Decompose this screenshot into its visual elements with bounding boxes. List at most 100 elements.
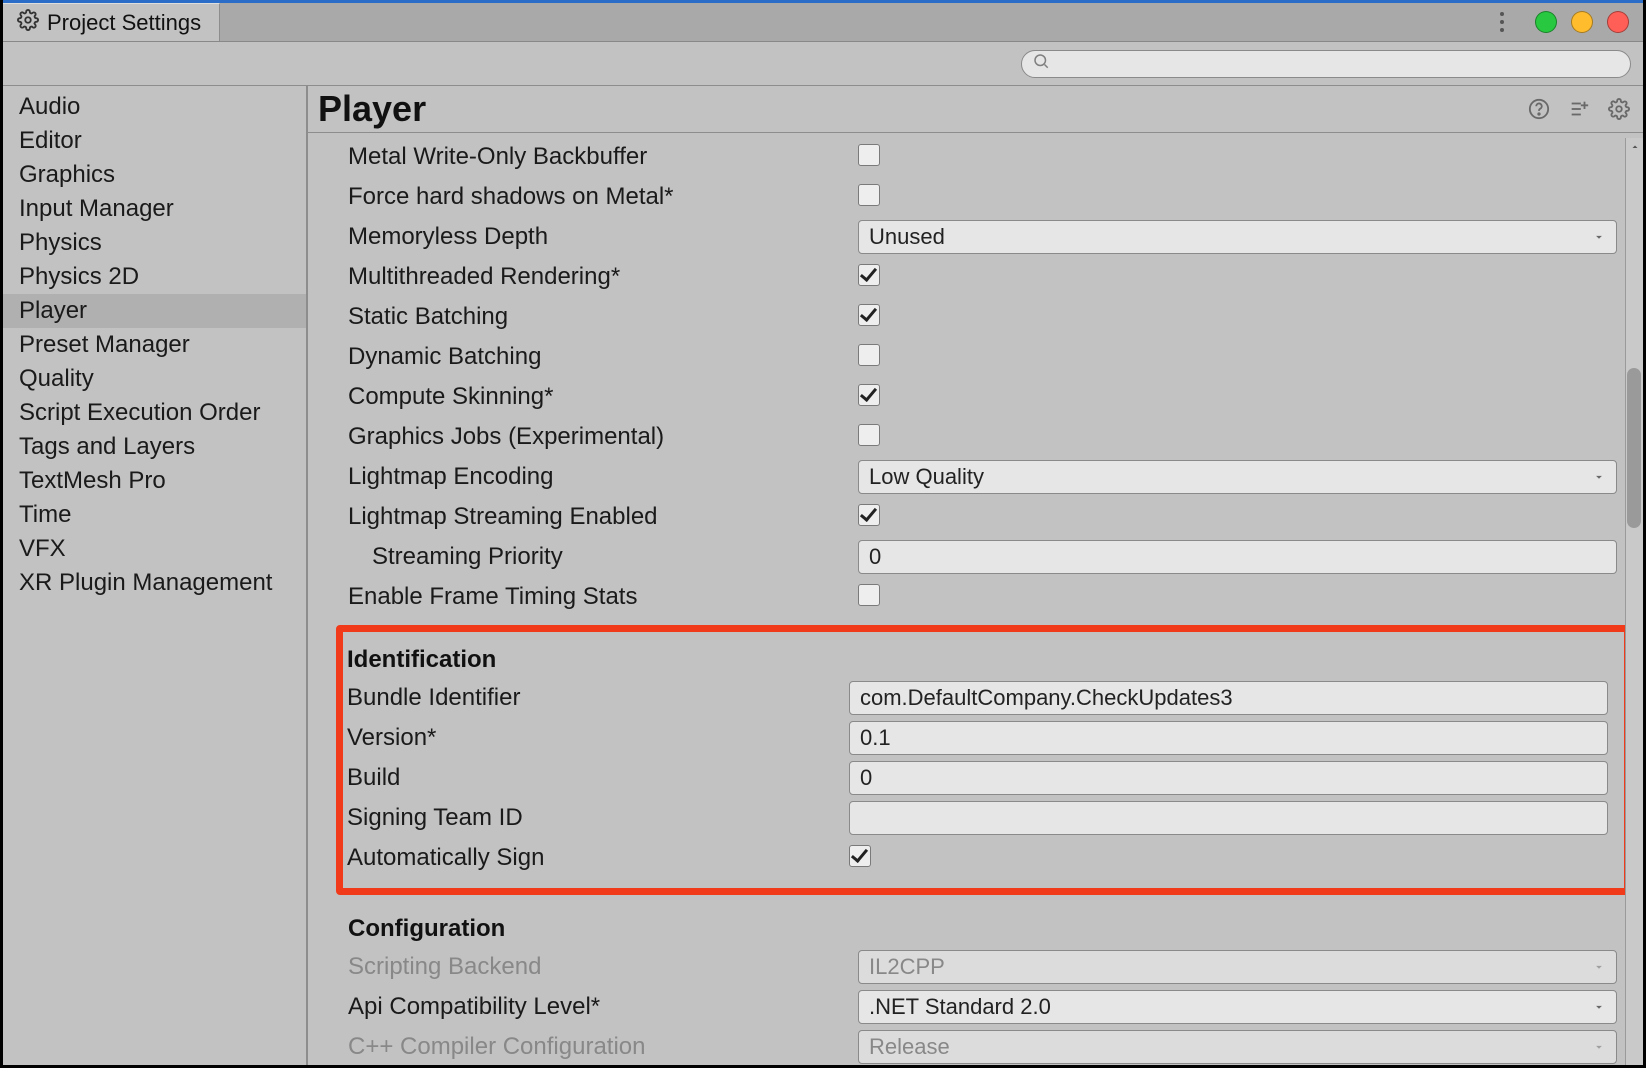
row-multithreaded-rendering: Multithreaded Rendering* <box>348 257 1625 297</box>
signing-team-id-input[interactable] <box>849 801 1608 835</box>
scripting-backend-select: IL2CPP <box>858 950 1617 984</box>
sidebar-item-script-execution-order[interactable]: Script Execution Order <box>3 396 306 430</box>
sidebar-item-time[interactable]: Time <box>3 498 306 532</box>
row-enable-frame-timing: Enable Frame Timing Stats <box>348 577 1625 617</box>
field-label: Build <box>347 764 849 792</box>
search-row <box>3 42 1643 86</box>
row-dynamic-batching: Dynamic Batching <box>348 337 1625 377</box>
memoryless-depth-select[interactable]: Unused <box>858 220 1617 254</box>
scroll-area[interactable]: Metal Write-Only Backbuffer Force hard s… <box>308 133 1643 1065</box>
sidebar-item-player[interactable]: Player <box>3 294 306 328</box>
chevron-down-icon <box>1592 224 1606 250</box>
sidebar-item-label: TextMesh Pro <box>19 467 166 494</box>
row-signing-team-id: Signing Team ID <box>347 798 1616 838</box>
sidebar-item-label: Preset Manager <box>19 331 190 358</box>
enable-frame-timing-checkbox[interactable] <box>858 584 880 606</box>
sidebar-item-label: XR Plugin Management <box>19 569 272 596</box>
compute-skinning-checkbox[interactable] <box>858 384 880 406</box>
api-compatibility-select[interactable]: .NET Standard 2.0 <box>858 990 1617 1024</box>
field-label: Static Batching <box>348 303 858 331</box>
vertical-scrollbar[interactable] <box>1625 138 1643 1065</box>
field-label: Bundle Identifier <box>347 684 849 712</box>
sidebar-item-audio[interactable]: Audio <box>3 90 306 124</box>
window-minimize-button[interactable] <box>1535 11 1557 33</box>
sidebar-item-textmesh-pro[interactable]: TextMesh Pro <box>3 464 306 498</box>
field-label: Signing Team ID <box>347 804 849 832</box>
sidebar-item-label: VFX <box>19 535 66 562</box>
field-label: Streaming Priority <box>348 543 858 571</box>
field-label: Lightmap Streaming Enabled <box>348 503 858 531</box>
lightmap-encoding-select[interactable]: Low Quality <box>858 460 1617 494</box>
sidebar-item-label: Tags and Layers <box>19 433 195 460</box>
scroll-up-arrow-icon[interactable] <box>1626 138 1643 156</box>
row-memoryless-depth: Memoryless Depth Unused <box>348 217 1625 257</box>
row-api-compatibility: Api Compatibility Level* .NET Standard 2… <box>348 987 1625 1027</box>
static-batching-checkbox[interactable] <box>858 304 880 326</box>
sidebar: Audio Editor Graphics Input Manager Phys… <box>3 86 308 1065</box>
tab-bar: Project Settings <box>3 0 1643 42</box>
sidebar-item-preset-manager[interactable]: Preset Manager <box>3 328 306 362</box>
row-graphics-jobs: Graphics Jobs (Experimental) <box>348 417 1625 457</box>
tab-project-settings[interactable]: Project Settings <box>3 3 220 41</box>
window-controls <box>1493 11 1629 33</box>
sidebar-item-label: Physics 2D <box>19 263 139 290</box>
help-icon[interactable] <box>1527 97 1551 121</box>
build-input[interactable] <box>849 761 1608 795</box>
dynamic-batching-checkbox[interactable] <box>858 344 880 366</box>
field-label: Metal Write-Only Backbuffer <box>348 143 858 171</box>
kebab-menu-icon[interactable] <box>1493 12 1511 32</box>
row-metal-write-only: Metal Write-Only Backbuffer <box>348 137 1625 177</box>
field-label: Version* <box>347 724 849 752</box>
field-label: Memoryless Depth <box>348 223 858 251</box>
sidebar-item-graphics[interactable]: Graphics <box>3 158 306 192</box>
automatically-sign-checkbox[interactable] <box>849 845 871 867</box>
identification-highlight: Identification Bundle Identifier Version… <box>336 625 1631 895</box>
field-label: Enable Frame Timing Stats <box>348 583 858 611</box>
sidebar-item-physics-2d[interactable]: Physics 2D <box>3 260 306 294</box>
sidebar-item-input-manager[interactable]: Input Manager <box>3 192 306 226</box>
sidebar-item-tags-and-layers[interactable]: Tags and Layers <box>3 430 306 464</box>
row-force-hard-shadows: Force hard shadows on Metal* <box>348 177 1625 217</box>
sidebar-item-xr-plugin-management[interactable]: XR Plugin Management <box>3 566 306 600</box>
sidebar-item-label: Player <box>19 297 87 324</box>
row-scripting-backend: Scripting Backend IL2CPP <box>348 947 1625 987</box>
version-input[interactable] <box>849 721 1608 755</box>
tab-label: Project Settings <box>47 10 201 36</box>
select-value: Release <box>869 1034 950 1060</box>
window-maximize-button[interactable] <box>1571 11 1593 33</box>
sidebar-item-editor[interactable]: Editor <box>3 124 306 158</box>
row-streaming-priority: Streaming Priority <box>348 537 1625 577</box>
gear-icon[interactable] <box>1607 97 1631 121</box>
gear-icon <box>17 9 47 37</box>
search-box[interactable] <box>1021 50 1631 78</box>
field-label: Automatically Sign <box>347 844 849 872</box>
force-hard-shadows-checkbox[interactable] <box>858 184 880 206</box>
sidebar-item-physics[interactable]: Physics <box>3 226 306 260</box>
graphics-jobs-checkbox[interactable] <box>858 424 880 446</box>
streaming-priority-input[interactable] <box>858 540 1617 574</box>
metal-write-only-checkbox[interactable] <box>858 144 880 166</box>
sidebar-item-quality[interactable]: Quality <box>3 362 306 396</box>
row-compute-skinning: Compute Skinning* <box>348 377 1625 417</box>
field-label: Api Compatibility Level* <box>348 993 858 1021</box>
preset-icon[interactable] <box>1567 97 1591 121</box>
row-build: Build <box>347 758 1616 798</box>
field-label: Graphics Jobs (Experimental) <box>348 423 858 451</box>
sidebar-item-label: Editor <box>19 127 82 154</box>
identification-section-title: Identification <box>347 638 1616 678</box>
field-label: Force hard shadows on Metal* <box>348 183 858 211</box>
sidebar-item-vfx[interactable]: VFX <box>3 532 306 566</box>
scrollbar-thumb[interactable] <box>1627 368 1641 528</box>
sidebar-item-label: Physics <box>19 229 102 256</box>
window-close-button[interactable] <box>1607 11 1629 33</box>
sidebar-item-label: Input Manager <box>19 195 174 222</box>
search-input[interactable] <box>1056 53 1620 75</box>
multithreaded-rendering-checkbox[interactable] <box>858 264 880 286</box>
row-lightmap-streaming: Lightmap Streaming Enabled <box>348 497 1625 537</box>
bundle-identifier-input[interactable] <box>849 681 1608 715</box>
field-label: Multithreaded Rendering* <box>348 263 858 291</box>
search-icon <box>1032 52 1056 75</box>
lightmap-streaming-checkbox[interactable] <box>858 504 880 526</box>
row-static-batching: Static Batching <box>348 297 1625 337</box>
row-lightmap-encoding: Lightmap Encoding Low Quality <box>348 457 1625 497</box>
